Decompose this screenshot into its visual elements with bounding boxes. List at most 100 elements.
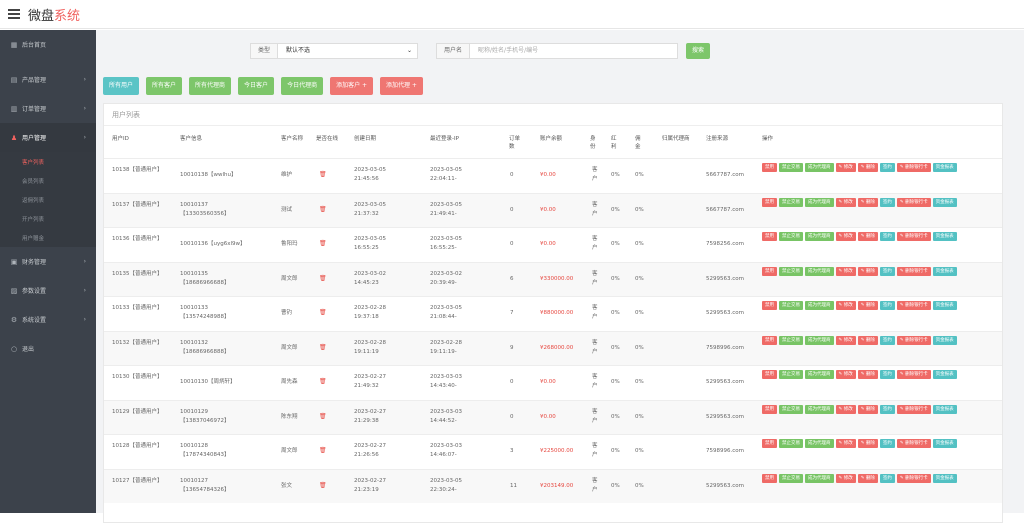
action-button[interactable]: ✎ 删除银行卡 bbox=[896, 232, 931, 241]
action-button[interactable]: ✎ 删除银行卡 bbox=[896, 197, 931, 207]
action-button[interactable]: ✎ 修改 bbox=[835, 232, 856, 241]
action-button[interactable]: 签约 bbox=[879, 163, 895, 172]
action-button[interactable]: ✎ 修改 bbox=[835, 266, 856, 276]
action-button[interactable]: 签约 bbox=[879, 370, 895, 379]
action-button[interactable]: ✎ 删除银行卡 bbox=[896, 473, 931, 483]
quick-filter-button[interactable]: 添加代理 + bbox=[380, 77, 423, 95]
quick-filter-button[interactable]: 今日代理商 bbox=[281, 77, 324, 95]
action-button[interactable]: 成为代理商 bbox=[805, 335, 834, 345]
sidebar-item-product[interactable]: ▤ 产品管理 › bbox=[0, 65, 96, 94]
action-button[interactable]: ✎ 删除 bbox=[857, 473, 878, 483]
action-button[interactable]: 成为代理商 bbox=[805, 439, 834, 448]
action-button[interactable]: 资金报表 bbox=[932, 232, 957, 241]
action-button[interactable]: 禁止交易 bbox=[779, 197, 803, 207]
hamburger-menu-icon[interactable] bbox=[8, 9, 20, 19]
delete-icon[interactable]: 🗑 bbox=[319, 343, 327, 352]
action-button[interactable]: 成为代理商 bbox=[805, 163, 834, 172]
delete-icon[interactable]: 🗑 bbox=[319, 446, 327, 455]
action-button[interactable]: 禁止交易 bbox=[779, 439, 803, 448]
action-button[interactable]: 禁用 bbox=[762, 439, 777, 448]
action-button[interactable]: 签约 bbox=[879, 232, 895, 241]
action-button[interactable]: ✎ 删除 bbox=[857, 439, 878, 448]
action-button[interactable]: ✎ 删除银行卡 bbox=[896, 370, 931, 379]
action-button[interactable]: ✎ 删除 bbox=[857, 232, 878, 241]
action-button[interactable]: ✎ 删除 bbox=[857, 404, 878, 414]
action-button[interactable]: 禁用 bbox=[762, 335, 777, 345]
submenu-item[interactable]: 会员列表 bbox=[0, 171, 96, 190]
action-button[interactable]: 签约 bbox=[879, 335, 895, 345]
action-button[interactable]: 禁用 bbox=[762, 370, 777, 379]
action-button[interactable]: ✎ 删除银行卡 bbox=[896, 335, 931, 345]
action-button[interactable]: 成为代理商 bbox=[805, 266, 834, 276]
sidebar-item-logout[interactable]: ○ 退出 bbox=[0, 334, 96, 363]
sidebar-item-order[interactable]: ▥ 订单管理 › bbox=[0, 94, 96, 123]
delete-icon[interactable]: 🗑 bbox=[319, 170, 327, 179]
submenu-item[interactable]: 返佣列表 bbox=[0, 190, 96, 209]
sidebar-item-dashboard[interactable]: ▦ 后台首页 bbox=[0, 30, 96, 59]
action-button[interactable]: 成为代理商 bbox=[805, 370, 834, 379]
search-button[interactable]: 搜索 bbox=[686, 43, 711, 59]
action-button[interactable]: 禁止交易 bbox=[779, 301, 803, 310]
action-button[interactable]: ✎ 修改 bbox=[835, 404, 856, 414]
sidebar-item-user[interactable]: ♟ 用户管理 › bbox=[0, 123, 96, 152]
action-button[interactable]: 禁止交易 bbox=[779, 266, 803, 276]
action-button[interactable]: ✎ 修改 bbox=[835, 473, 856, 483]
action-button[interactable]: ✎ 修改 bbox=[835, 197, 856, 207]
action-button[interactable]: 资金报表 bbox=[932, 473, 957, 483]
quick-filter-button[interactable]: 所有用户 bbox=[103, 77, 140, 95]
action-button[interactable]: 资金报表 bbox=[932, 163, 957, 172]
action-button[interactable]: 签约 bbox=[879, 439, 895, 448]
action-button[interactable]: 禁止交易 bbox=[779, 404, 803, 414]
delete-icon[interactable]: 🗑 bbox=[319, 239, 327, 248]
action-button[interactable]: 签约 bbox=[879, 197, 895, 207]
sidebar-item-param[interactable]: ▨ 参数设置 › bbox=[0, 276, 96, 305]
action-button[interactable]: ✎ 修改 bbox=[835, 335, 856, 345]
action-button[interactable]: ✎ 修改 bbox=[835, 439, 856, 448]
action-button[interactable]: 资金报表 bbox=[932, 370, 957, 379]
action-button[interactable]: ✎ 修改 bbox=[835, 370, 856, 379]
action-button[interactable]: 禁用 bbox=[762, 266, 777, 276]
action-button[interactable]: 禁用 bbox=[762, 404, 777, 414]
username-search-input[interactable]: 昵称/姓名/手机号/编号 bbox=[470, 43, 679, 59]
action-button[interactable]: ✎ 删除 bbox=[857, 266, 878, 276]
action-button[interactable]: ✎ 修改 bbox=[835, 163, 856, 172]
action-button[interactable]: 成为代理商 bbox=[805, 473, 834, 483]
action-button[interactable]: ✎ 删除银行卡 bbox=[896, 404, 931, 414]
quick-filter-button[interactable]: 所有客户 bbox=[146, 77, 183, 95]
action-button[interactable]: 禁用 bbox=[762, 232, 777, 241]
quick-filter-button[interactable]: 今日客户 bbox=[238, 77, 275, 95]
action-button[interactable]: 资金报表 bbox=[932, 266, 957, 276]
submenu-item[interactable]: 客户列表 bbox=[0, 152, 96, 171]
action-button[interactable]: 成为代理商 bbox=[805, 404, 834, 414]
action-button[interactable]: 资金报表 bbox=[932, 335, 957, 345]
quick-filter-button[interactable]: 所有代理商 bbox=[189, 77, 232, 95]
action-button[interactable]: ✎ 删除 bbox=[857, 370, 878, 379]
action-button[interactable]: 资金报表 bbox=[932, 301, 957, 310]
action-button[interactable]: 成为代理商 bbox=[805, 197, 834, 207]
sidebar-item-system[interactable]: ⚙ 系统设置 › bbox=[0, 305, 96, 334]
action-button[interactable]: 签约 bbox=[879, 473, 895, 483]
action-button[interactable]: 禁止交易 bbox=[779, 232, 803, 241]
action-button[interactable]: 成为代理商 bbox=[805, 232, 834, 241]
action-button[interactable]: ✎ 修改 bbox=[835, 301, 856, 310]
action-button[interactable]: ✎ 删除 bbox=[857, 301, 878, 310]
action-button[interactable]: 禁止交易 bbox=[779, 163, 803, 172]
action-button[interactable]: 禁用 bbox=[762, 163, 777, 172]
action-button[interactable]: ✎ 删除银行卡 bbox=[896, 301, 931, 310]
action-button[interactable]: ✎ 删除 bbox=[857, 163, 878, 172]
delete-icon[interactable]: 🗑 bbox=[319, 481, 327, 490]
action-button[interactable]: ✎ 删除银行卡 bbox=[896, 266, 931, 276]
submenu-item[interactable]: 开户列表 bbox=[0, 209, 96, 228]
delete-icon[interactable]: 🗑 bbox=[319, 377, 327, 386]
delete-icon[interactable]: 🗑 bbox=[319, 205, 327, 214]
action-button[interactable]: 禁用 bbox=[762, 473, 777, 483]
action-button[interactable]: 签约 bbox=[879, 301, 895, 310]
action-button[interactable]: 禁用 bbox=[762, 301, 777, 310]
action-button[interactable]: 资金报表 bbox=[932, 197, 957, 207]
action-button[interactable]: 禁用 bbox=[762, 197, 777, 207]
quick-filter-button[interactable]: 添加客户 + bbox=[330, 77, 374, 95]
submenu-item[interactable]: 用户赠金 bbox=[0, 228, 96, 247]
action-button[interactable]: ✎ 删除银行卡 bbox=[896, 163, 931, 172]
action-button[interactable]: 签约 bbox=[879, 404, 895, 414]
action-button[interactable]: 资金报表 bbox=[932, 439, 957, 448]
